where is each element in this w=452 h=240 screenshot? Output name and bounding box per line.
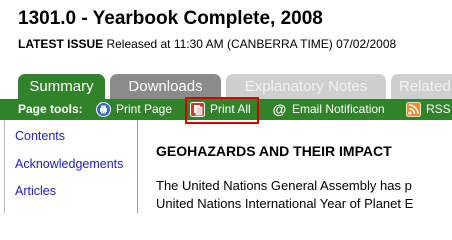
tab-explanatory-notes[interactable]: Explanatory Notes <box>226 74 386 99</box>
page-title: 1301.0 - Yearbook Complete, 2008 <box>18 8 323 29</box>
tab-summary[interactable]: Summary <box>18 74 105 99</box>
rss-icon <box>406 102 421 117</box>
tab-related-information[interactable]: Related In <box>391 74 452 99</box>
email-notification-link[interactable]: @ Email Notification <box>272 101 402 118</box>
tab-bar: Summary Downloads Explanatory Notes Rela… <box>18 74 452 99</box>
sidebar-item-articles[interactable]: Articles <box>15 184 56 198</box>
page-tools-label: Page tools: <box>18 102 83 116</box>
tab-downloads[interactable]: Downloads <box>110 74 221 99</box>
article-text-line-2: United Nations International Year of Pla… <box>156 196 414 211</box>
page: 1301.0 - Yearbook Complete, 2008 LATEST … <box>0 0 452 213</box>
rss-label: RSS <box>426 102 451 116</box>
issue-info: LATEST ISSUE Released at 11:30 AM (CANBE… <box>18 37 396 51</box>
sidebar-item-contents[interactable]: Contents <box>15 129 65 143</box>
release-text: Released at 11:30 AM (CANBERRA TIME) 07/… <box>106 37 397 51</box>
article-text-line-1: The United Nations General Assembly has … <box>156 178 412 193</box>
article-heading: GEOHAZARDS AND THEIR IMPACT <box>156 143 392 159</box>
print-page-link[interactable]: Print Page <box>96 101 182 118</box>
email-notification-label: Email Notification <box>292 102 385 116</box>
printer-icon <box>96 102 111 117</box>
sidebar: Contents Acknowledgements Articles <box>4 120 138 213</box>
print-page-label: Print Page <box>116 102 173 116</box>
at-sign-icon: @ <box>273 102 287 117</box>
svg-text:@: @ <box>273 102 287 117</box>
rss-link[interactable]: RSS <box>406 101 452 118</box>
latest-issue-label: LATEST ISSUE <box>18 37 104 51</box>
sidebar-item-acknowledgements[interactable]: Acknowledgements <box>15 157 123 171</box>
print-all-highlight <box>185 97 259 124</box>
